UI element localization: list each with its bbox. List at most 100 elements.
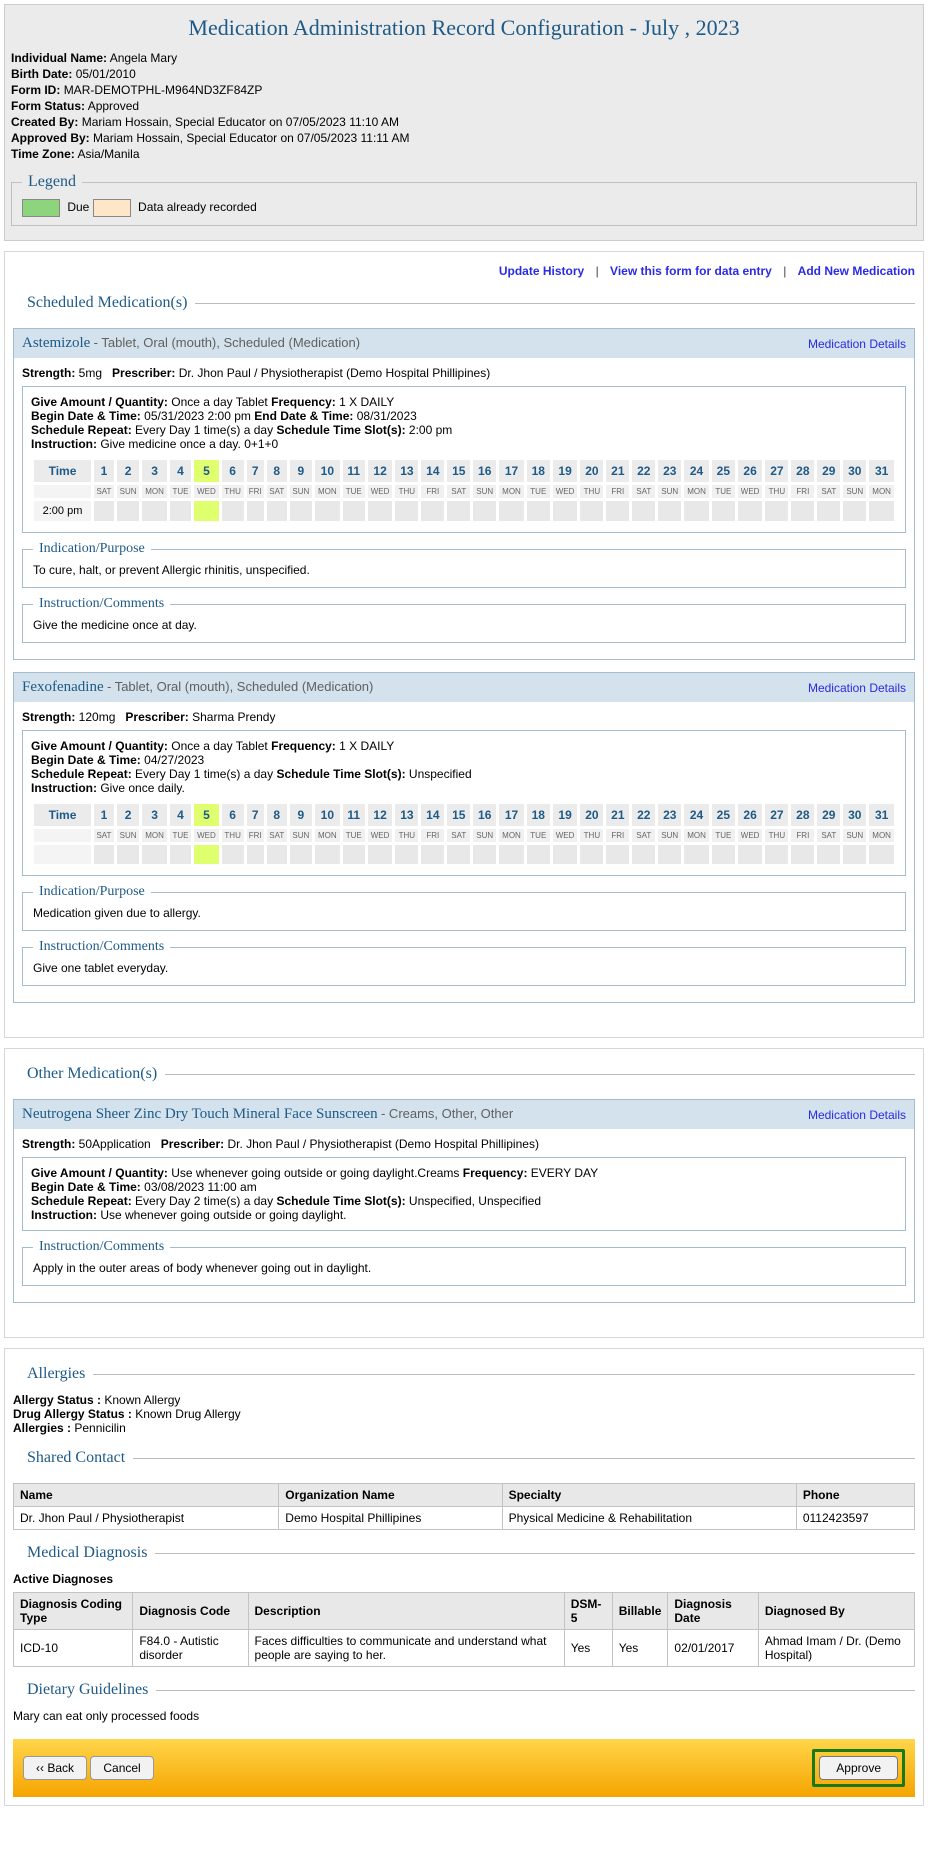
calendar-slot[interactable] <box>314 500 342 523</box>
calendar-slot[interactable] <box>525 500 551 523</box>
calendar-slot[interactable] <box>790 500 816 523</box>
dow-cell: THU <box>394 828 420 844</box>
calendar-slot[interactable] <box>168 844 192 866</box>
calendar-slot[interactable] <box>868 844 896 866</box>
dow-cell: SAT <box>265 828 288 844</box>
calendar-slot[interactable] <box>446 844 472 866</box>
update-history-link[interactable]: Update History <box>499 264 584 278</box>
calendar-slot[interactable] <box>683 844 711 866</box>
calendar-slot[interactable] <box>420 844 446 866</box>
drug-allergy-value: Known Drug Allergy <box>135 1407 240 1421</box>
calendar-slot[interactable] <box>657 844 683 866</box>
calendar-slot[interactable] <box>683 500 711 523</box>
calendar-slot[interactable] <box>498 500 526 523</box>
calendar-slot[interactable] <box>115 500 140 523</box>
calendar-slot[interactable] <box>193 844 221 866</box>
strength-value: 120mg <box>79 710 116 724</box>
meta-value: 05/01/2010 <box>76 67 136 81</box>
dow-cell: SAT <box>816 484 842 500</box>
td-bill: Yes <box>612 1630 668 1667</box>
calendar-slot[interactable] <box>790 844 816 866</box>
repeat-value: Every Day 1 time(s) a day <box>135 423 273 437</box>
day-header: 29 <box>816 459 842 484</box>
calendar-slot[interactable] <box>472 500 498 523</box>
calendar-slot[interactable] <box>498 844 526 866</box>
calendar-slot[interactable] <box>141 500 169 523</box>
calendar-slot[interactable] <box>446 500 472 523</box>
give-value: Use whenever going outside or going dayl… <box>171 1166 459 1180</box>
day-header: 26 <box>736 803 764 828</box>
medication-details-link[interactable]: Medication Details <box>808 1108 906 1122</box>
calendar-slot[interactable] <box>288 500 313 523</box>
calendar-slot[interactable] <box>168 500 192 523</box>
calendar-slot[interactable] <box>366 844 394 866</box>
calendar-slot[interactable] <box>472 844 498 866</box>
calendar-slot[interactable] <box>245 844 265 866</box>
dow-cell: THU <box>220 828 245 844</box>
view-form-link[interactable]: View this form for data entry <box>610 264 772 278</box>
day-header: 18 <box>525 803 551 828</box>
back-button[interactable]: ‹‹ Back <box>23 1756 87 1780</box>
cancel-button[interactable]: Cancel <box>90 1756 153 1780</box>
approve-button[interactable]: Approve <box>819 1756 898 1780</box>
calendar-slot[interactable] <box>736 844 764 866</box>
dow-cell: SAT <box>631 484 657 500</box>
calendar-slot[interactable] <box>868 500 896 523</box>
calendar-slot[interactable] <box>710 844 736 866</box>
medication-details-link[interactable]: Medication Details <box>808 337 906 351</box>
dow-cell: MON <box>498 828 526 844</box>
day-header: 15 <box>446 459 472 484</box>
calendar-slot[interactable] <box>420 500 446 523</box>
calendar-slot[interactable] <box>605 500 631 523</box>
calendar-slot[interactable] <box>816 500 842 523</box>
calendar-slot[interactable] <box>657 500 683 523</box>
dow-cell: SUN <box>288 828 313 844</box>
calendar-slot[interactable] <box>551 500 579 523</box>
calendar-slot[interactable] <box>265 844 288 866</box>
calendar-slot[interactable] <box>366 500 394 523</box>
calendar-slot[interactable] <box>551 844 579 866</box>
calendar-slot[interactable] <box>579 500 605 523</box>
comments-text: Give one tablet everyday. <box>33 961 895 975</box>
medication-name: Neutrogena Sheer Zinc Dry Touch Mineral … <box>22 1106 378 1122</box>
calendar-slot[interactable] <box>394 844 420 866</box>
calendar-slot[interactable] <box>93 844 116 866</box>
calendar-slot[interactable] <box>193 500 221 523</box>
calendar-slot[interactable] <box>288 844 313 866</box>
calendar-slot[interactable] <box>220 500 245 523</box>
calendar-slot[interactable] <box>842 844 868 866</box>
calendar-slot[interactable] <box>842 500 868 523</box>
day-header: 2 <box>115 459 140 484</box>
calendar-slot[interactable] <box>710 500 736 523</box>
dow-cell: SUN <box>288 484 313 500</box>
calendar-slot[interactable] <box>525 844 551 866</box>
medication-details-link[interactable]: Medication Details <box>808 681 906 695</box>
calendar-slot[interactable] <box>341 500 366 523</box>
calendar-slot[interactable] <box>314 844 342 866</box>
instruction-label: Instruction: <box>31 781 97 795</box>
calendar-slot[interactable] <box>341 844 366 866</box>
calendar-slot[interactable] <box>816 844 842 866</box>
medication-name: Fexofenadine <box>22 679 104 695</box>
day-header: 20 <box>579 459 605 484</box>
calendar-slot[interactable] <box>115 844 140 866</box>
calendar-slot[interactable] <box>736 500 764 523</box>
calendar-slot[interactable] <box>605 844 631 866</box>
dow-cell: THU <box>579 828 605 844</box>
calendar-slot[interactable] <box>220 844 245 866</box>
add-medication-link[interactable]: Add New Medication <box>798 264 915 278</box>
calendar-slot[interactable] <box>764 844 790 866</box>
td-type: ICD-10 <box>14 1630 133 1667</box>
calendar-slot[interactable] <box>631 844 657 866</box>
calendar-slot[interactable] <box>764 500 790 523</box>
calendar-slot[interactable] <box>265 500 288 523</box>
calendar-slot[interactable] <box>141 844 169 866</box>
day-header: 26 <box>736 459 764 484</box>
calendar-slot[interactable] <box>93 500 116 523</box>
day-header: 18 <box>525 459 551 484</box>
indication-title: Indication/Purpose <box>33 541 151 557</box>
calendar-slot[interactable] <box>394 500 420 523</box>
calendar-slot[interactable] <box>245 500 265 523</box>
calendar-slot[interactable] <box>579 844 605 866</box>
calendar-slot[interactable] <box>631 500 657 523</box>
